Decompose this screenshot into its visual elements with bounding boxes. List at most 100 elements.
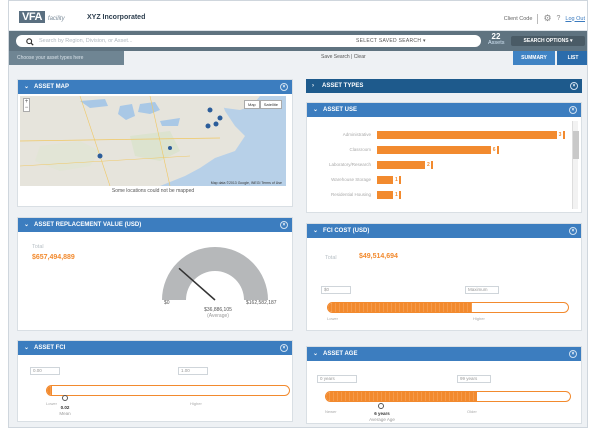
panel-title: ASSET FCI	[34, 345, 66, 351]
map-pin[interactable]	[207, 107, 213, 113]
close-icon[interactable]: ×	[570, 82, 578, 90]
zoom-control[interactable]: + −	[23, 98, 30, 112]
asset-use-panel: ⌄ ASSET USE × Administrative 3 Classroom 6 L…	[306, 102, 582, 213]
use-bar[interactable]: 3	[377, 131, 565, 139]
tab-summary[interactable]: SUMMARY	[513, 51, 555, 65]
app-window: VFA facility XYZ Incorporated Client Cod…	[8, 0, 588, 428]
close-icon[interactable]: ×	[569, 227, 577, 235]
collapse-icon[interactable]: ⌄	[24, 80, 29, 94]
map-note: Some locations could not be mapped	[111, 188, 195, 194]
saved-search-select[interactable]: SELECT SAVED SEARCH ▾	[356, 38, 426, 44]
search-options-label: SEARCH OPTIONS	[523, 38, 569, 44]
map-view[interactable]: + − Map Satellite Map data ©2013 Google, …	[20, 96, 286, 186]
panel-title: ASSET USE	[323, 107, 358, 113]
help-icon[interactable]: ?	[557, 15, 561, 22]
search-options-button[interactable]: SEARCH OPTIONS ▾	[511, 36, 585, 46]
panel-header[interactable]: ⌄ FCI COST (USD) ×	[307, 224, 581, 238]
panel-header[interactable]: ⌄ ASSET REPLACEMENT VALUE (USD) ×	[18, 218, 292, 232]
user-menu[interactable]: Client Code	[504, 16, 533, 22]
mean-marker[interactable]	[62, 395, 68, 401]
panel-title: ASSET MAP	[34, 84, 70, 90]
app-logo[interactable]: VFA facility	[19, 11, 65, 23]
results-number: 22	[491, 32, 501, 41]
total-label: Total	[325, 255, 337, 261]
map-type-satellite[interactable]: Satellite	[259, 100, 282, 109]
map-type-map[interactable]: Map	[243, 100, 260, 109]
search-input[interactable]: Search by Region, Division, or Asset... …	[16, 35, 481, 47]
min-field[interactable]: 0 years	[317, 375, 357, 383]
company-name: XYZ Incorporated	[87, 14, 146, 21]
logo-subtitle: facility	[47, 16, 65, 22]
save-clear-links[interactable]: Save Search | Clear	[321, 54, 366, 60]
close-icon[interactable]: ×	[280, 344, 288, 352]
replacement-gauge	[162, 247, 268, 301]
map-pin[interactable]	[97, 153, 103, 159]
map-credit: Map data ©2013 Google, INEGI Terms of Us…	[210, 181, 282, 185]
panel-header[interactable]: › ASSET TYPES ×	[306, 79, 582, 93]
use-count: 3	[557, 131, 563, 139]
asset-types-panel: › ASSET TYPES ×	[306, 79, 582, 93]
search-bar: Search by Region, Division, or Asset... …	[9, 31, 587, 51]
max-field[interactable]: Maximum	[465, 286, 499, 294]
gauge-average: $36,886,105 (Average)	[198, 307, 238, 319]
gauge-max: $162,582,187	[246, 300, 277, 306]
tab-list[interactable]: LIST	[557, 51, 587, 65]
marker-value: 6 years	[374, 411, 390, 416]
use-bar[interactable]: 2	[377, 161, 434, 169]
tick-left: Newer	[325, 409, 337, 414]
map-pin[interactable]	[168, 146, 172, 150]
gauge-track	[162, 247, 268, 300]
collapse-icon[interactable]: ⌄	[24, 341, 29, 355]
scroll-thumb[interactable]	[573, 131, 579, 159]
map-pin[interactable]	[217, 115, 223, 121]
use-count: 6	[491, 146, 498, 154]
panel-header[interactable]: ⌄ ASSET MAP ×	[18, 80, 292, 94]
close-icon[interactable]: ×	[569, 106, 577, 114]
use-count: 1	[393, 176, 400, 184]
close-icon[interactable]: ×	[569, 350, 577, 358]
panel-header[interactable]: ⌄ ASSET AGE ×	[307, 347, 581, 361]
replacement-value-panel: ⌄ ASSET REPLACEMENT VALUE (USD) × Total …	[17, 217, 293, 331]
map-pin[interactable]	[205, 123, 211, 129]
total-value: $657,494,889	[32, 254, 75, 261]
panel-header[interactable]: ⌄ ASSET FCI ×	[18, 341, 292, 355]
max-field[interactable]: 1.00	[178, 367, 208, 375]
map-canvas	[20, 96, 286, 186]
fci-cost-panel: ⌄ FCI COST (USD) × Total $49,514,694 $0 …	[306, 223, 582, 331]
filter-hint[interactable]: Choose your asset types here	[9, 51, 124, 65]
collapse-icon[interactable]: ⌄	[24, 218, 29, 232]
logout-link[interactable]: Log Out	[565, 16, 585, 22]
use-bar[interactable]: 1	[377, 191, 402, 199]
use-bar[interactable]: 1	[377, 176, 402, 184]
collapse-icon[interactable]: ⌄	[313, 224, 318, 238]
use-bar[interactable]: 6	[377, 146, 500, 154]
asset-fci-bar	[46, 385, 290, 396]
min-field[interactable]: $0	[321, 286, 351, 294]
fci-cost-bar	[327, 302, 569, 313]
user-area: Client Code ⚙ ? Log Out	[504, 13, 585, 24]
chevron-down-icon: ▾	[569, 38, 573, 44]
use-count: 1	[393, 191, 400, 199]
tick-left: Lower	[327, 316, 338, 321]
use-label: Classroom	[349, 147, 371, 152]
panel-header[interactable]: ⌄ ASSET USE ×	[307, 103, 581, 117]
gear-icon[interactable]: ⚙	[543, 13, 551, 24]
close-icon[interactable]: ×	[280, 83, 288, 91]
asset-map-panel: ⌄ ASSET MAP × + − Map Satellite Map data…	[17, 79, 293, 207]
close-icon[interactable]: ×	[280, 221, 288, 229]
bar-fill	[328, 303, 472, 312]
min-field[interactable]: 0.00	[30, 367, 60, 375]
tick-right: Higher	[473, 316, 485, 321]
average-marker[interactable]	[378, 403, 384, 409]
bar-fill	[326, 392, 478, 401]
panel-title: ASSET AGE	[323, 351, 358, 357]
expand-icon[interactable]: ›	[312, 79, 314, 93]
max-field[interactable]: 99 years	[457, 375, 491, 383]
results-label: Assets	[488, 40, 505, 46]
use-label: Warehouse Storage	[331, 177, 371, 182]
collapse-icon[interactable]: ⌄	[313, 103, 318, 117]
map-pin[interactable]	[213, 121, 219, 127]
collapse-icon[interactable]: ⌄	[313, 347, 318, 361]
scrollbar[interactable]	[572, 121, 579, 209]
panel-title: FCI COST (USD)	[323, 228, 370, 234]
